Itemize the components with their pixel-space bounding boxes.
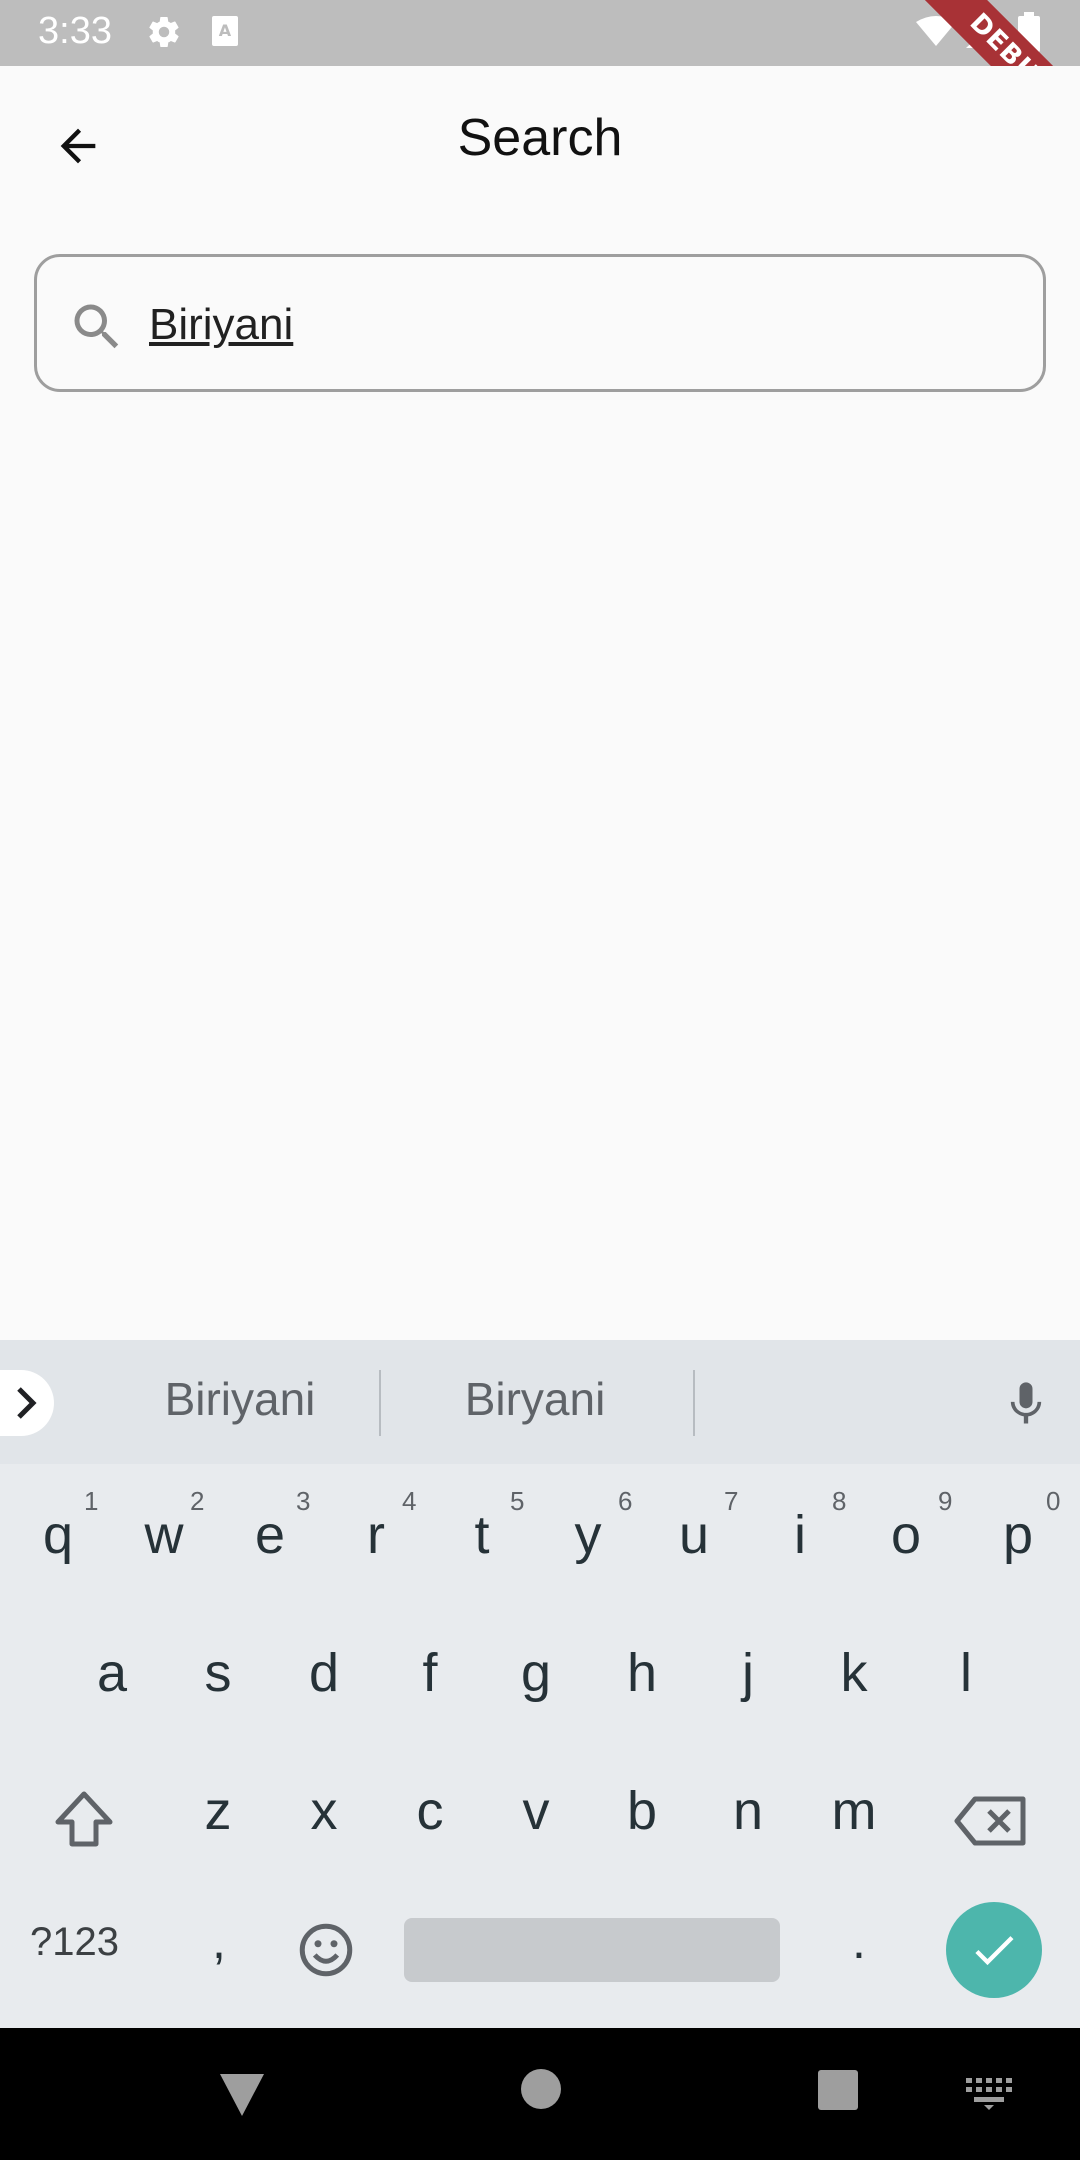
keyboard: Biriyani Biryani q w e r t y u i o p 1 2… [0,1340,1080,2028]
back-triangle-icon[interactable] [216,2068,268,2125]
suggestion-divider [379,1370,381,1436]
space-key[interactable] [404,1918,780,1982]
key-a[interactable]: a [62,1642,162,1704]
shift-key[interactable] [44,1780,124,1860]
key-j[interactable]: j [698,1642,798,1704]
key-z[interactable]: z [168,1780,268,1842]
status-bar: 3:33 A DEBUG [0,0,1080,66]
key-b[interactable]: b [592,1780,692,1842]
recents-square-icon[interactable] [816,2068,860,2117]
nav-bar [0,2028,1080,2160]
search-icon [67,297,127,362]
backspace-icon [954,1796,1026,1846]
check-icon [975,1936,1014,1966]
app-bar: Search [0,66,1080,222]
settings-icon [146,14,182,55]
key-hint: 9 [938,1486,953,1516]
key-k[interactable]: k [804,1642,904,1704]
key-f[interactable]: f [380,1642,480,1704]
key-hint: 0 [1046,1486,1061,1516]
suggestion-item[interactable]: Biriyani [150,1372,330,1426]
page-title: Search [457,109,623,167]
home-circle-icon[interactable] [518,2066,564,2117]
enter-key[interactable] [946,1902,1042,1998]
period-key[interactable]: . [852,1912,866,1970]
key-v[interactable]: v [486,1780,586,1842]
symbols-key[interactable]: ?123 [30,1920,119,1965]
shift-icon [55,1791,113,1847]
keyboard-status-icon: A [210,14,240,53]
suggestion-divider [693,1370,695,1436]
backspace-key[interactable] [946,1786,1036,1856]
keyboard-switch-icon[interactable] [964,2076,1014,2115]
key-l[interactable]: l [916,1642,1016,1704]
key-c[interactable]: c [380,1780,480,1842]
key-h[interactable]: h [592,1642,692,1704]
comma-key[interactable]: , [212,1912,226,1970]
key-n[interactable]: n [698,1780,798,1842]
key-hint: 5 [510,1486,525,1516]
key-g[interactable]: g [486,1642,586,1704]
emoji-key[interactable] [294,1918,358,1982]
key-hint: 1 [84,1486,99,1516]
status-time: 3:33 [38,10,112,52]
key-hint: 7 [724,1486,739,1516]
suggestion-strip: Biriyani Biryani [0,1340,1080,1464]
mic-icon[interactable] [1000,1376,1052,1437]
search-input[interactable] [149,281,1009,369]
key-hint: 6 [618,1486,633,1516]
key-m[interactable]: m [804,1780,904,1842]
key-hint: 4 [402,1486,417,1516]
key-hint: 8 [832,1486,847,1516]
key-hint: 2 [190,1486,205,1516]
key-d[interactable]: d [274,1642,374,1704]
search-field[interactable] [34,254,1046,392]
expand-toolbar-button[interactable] [0,1370,54,1436]
emoji-icon [299,1923,353,1977]
suggestion-item[interactable]: Biryani [440,1372,630,1426]
key-hint: 3 [296,1486,311,1516]
key-s[interactable]: s [168,1642,268,1704]
key-x[interactable]: x [274,1780,374,1842]
svg-text:A: A [219,21,232,40]
chevron-right-icon [17,1387,37,1419]
